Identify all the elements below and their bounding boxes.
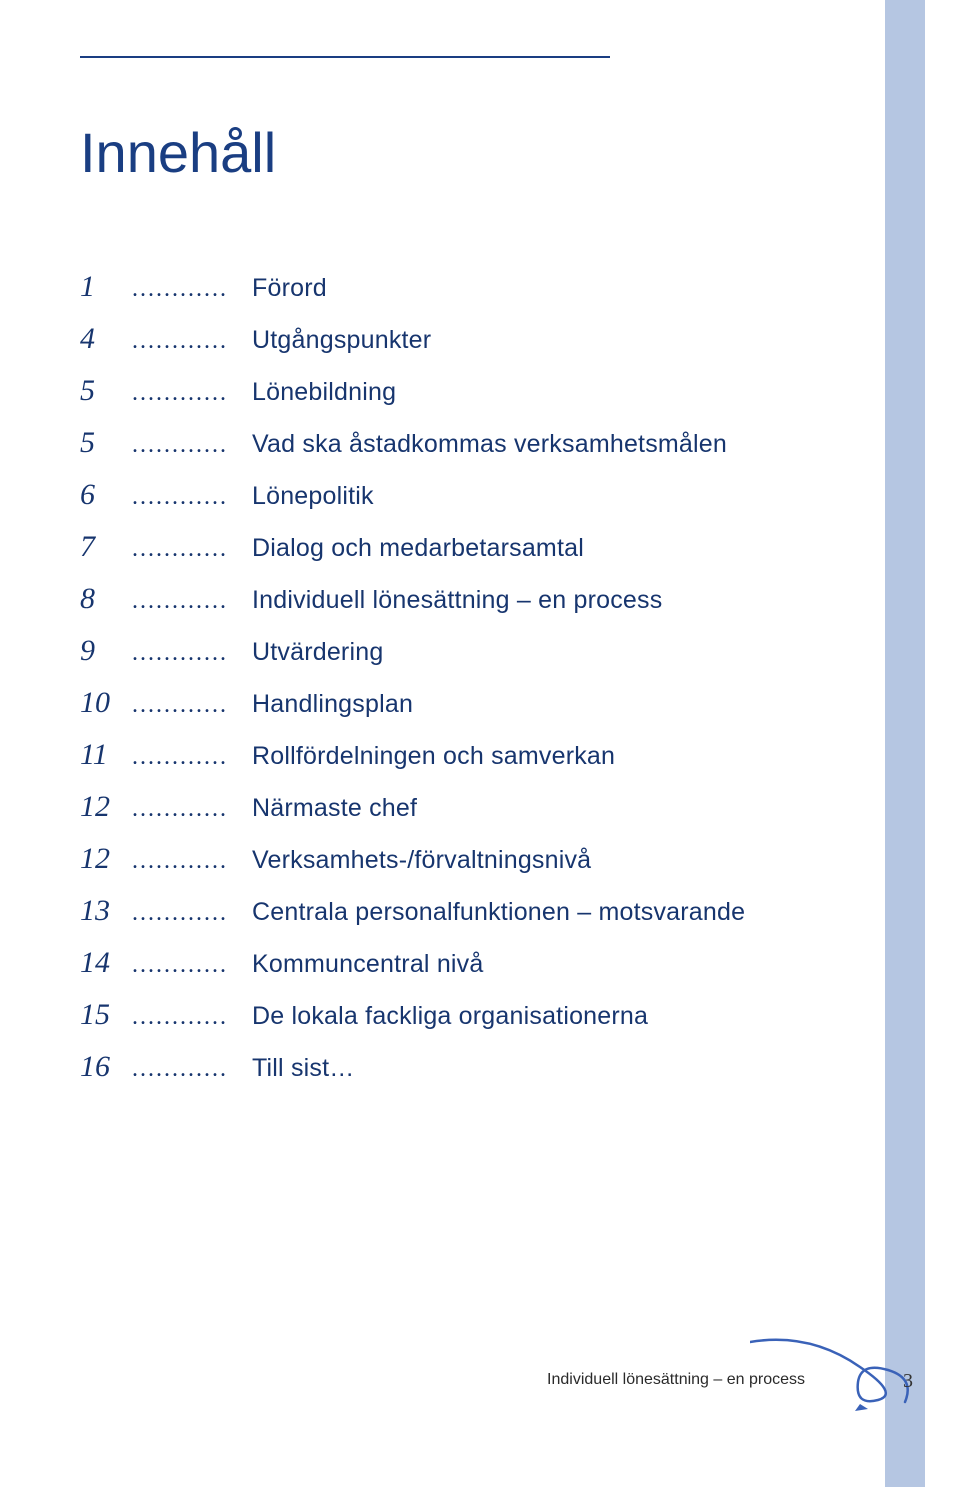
toc-row: 11............ Rollfördelningen och samv… xyxy=(80,738,900,772)
toc-label: Verksamhets-/förvaltningsnivå xyxy=(252,846,591,875)
toc-leader-dots: ............ xyxy=(132,640,252,667)
toc-label: Dialog och medarbetarsamtal xyxy=(252,534,584,563)
toc-label: Till sist… xyxy=(252,1054,354,1083)
page-title: Innehåll xyxy=(80,120,276,185)
toc-label: Kommuncentral nivå xyxy=(252,950,483,979)
toc-page-number: 4 xyxy=(80,322,132,356)
toc-leader-dots: ............ xyxy=(132,276,252,303)
toc-page-number: 13 xyxy=(80,894,132,928)
toc-page-number: 11 xyxy=(80,738,132,772)
toc-page-number: 7 xyxy=(80,530,132,564)
toc-row: 5............ Lönebildning xyxy=(80,374,900,408)
toc-page-number: 15 xyxy=(80,998,132,1032)
toc-page-number: 12 xyxy=(80,790,132,824)
toc-page-number: 10 xyxy=(80,686,132,720)
toc-row: 1............ Förord xyxy=(80,270,900,304)
toc-page-number: 5 xyxy=(80,374,132,408)
toc-label: Handlingsplan xyxy=(252,690,413,719)
toc-row: 7............ Dialog och medarbetarsamta… xyxy=(80,530,900,564)
toc-page-number: 6 xyxy=(80,478,132,512)
toc-row: 12............ Närmaste chef xyxy=(80,790,900,824)
toc-page-number: 9 xyxy=(80,634,132,668)
table-of-contents: 1............ Förord 4............ Utgång… xyxy=(80,270,900,1102)
toc-page-number: 16 xyxy=(80,1050,132,1084)
toc-leader-dots: ............ xyxy=(132,380,252,407)
toc-leader-dots: ............ xyxy=(132,692,252,719)
toc-label: Individuell lönesättning – en process xyxy=(252,586,662,615)
toc-page-number: 1 xyxy=(80,270,132,304)
toc-row: 13............ Centrala personalfunktion… xyxy=(80,894,900,928)
swirl-decoration-icon xyxy=(750,1312,930,1422)
toc-leader-dots: ............ xyxy=(132,900,252,927)
toc-leader-dots: ............ xyxy=(132,848,252,875)
toc-row: 15............ De lokala fackliga organi… xyxy=(80,998,900,1032)
toc-leader-dots: ............ xyxy=(132,952,252,979)
page-container: Innehåll 1............ Förord 4..........… xyxy=(0,0,960,1487)
toc-row: 6............ Lönepolitik xyxy=(80,478,900,512)
toc-page-number: 5 xyxy=(80,426,132,460)
toc-page-number: 12 xyxy=(80,842,132,876)
footer-page-number: 3 xyxy=(903,1370,913,1393)
toc-row: 4............ Utgångspunkter xyxy=(80,322,900,356)
toc-leader-dots: ............ xyxy=(132,328,252,355)
toc-row: 12............ Verksamhets-/förvaltnings… xyxy=(80,842,900,876)
toc-row: 10............ Handlingsplan xyxy=(80,686,900,720)
toc-label: Vad ska åstadkommas verksamhetsmålen xyxy=(252,430,727,459)
toc-leader-dots: ............ xyxy=(132,484,252,511)
footer-running-title: Individuell lönesättning – en process xyxy=(547,1371,805,1389)
toc-row: 9............ Utvärdering xyxy=(80,634,900,668)
toc-label: Förord xyxy=(252,274,327,303)
toc-label: Lönebildning xyxy=(252,378,396,407)
toc-leader-dots: ............ xyxy=(132,588,252,615)
toc-label: Rollfördelningen och samverkan xyxy=(252,742,615,771)
toc-row: 5............ Vad ska åstadkommas verksa… xyxy=(80,426,900,460)
toc-page-number: 14 xyxy=(80,946,132,980)
toc-leader-dots: ............ xyxy=(132,744,252,771)
toc-page-number: 8 xyxy=(80,582,132,616)
toc-label: Utvärdering xyxy=(252,638,383,667)
page-footer: Individuell lönesättning – en process 3 xyxy=(0,1327,960,1417)
toc-row: 16............ Till sist… xyxy=(80,1050,900,1084)
toc-label: Utgångspunkter xyxy=(252,326,431,355)
toc-leader-dots: ............ xyxy=(132,1004,252,1031)
toc-row: 8............ Individuell lönesättning –… xyxy=(80,582,900,616)
toc-leader-dots: ............ xyxy=(132,432,252,459)
top-horizontal-rule xyxy=(80,56,610,58)
toc-row: 14............ Kommuncentral nivå xyxy=(80,946,900,980)
toc-leader-dots: ............ xyxy=(132,1056,252,1083)
toc-leader-dots: ............ xyxy=(132,796,252,823)
toc-label: De lokala fackliga organisationerna xyxy=(252,1002,648,1031)
toc-label: Lönepolitik xyxy=(252,482,374,511)
toc-label: Närmaste chef xyxy=(252,794,417,823)
toc-label: Centrala personalfunktionen – motsvarand… xyxy=(252,898,745,927)
toc-leader-dots: ............ xyxy=(132,536,252,563)
